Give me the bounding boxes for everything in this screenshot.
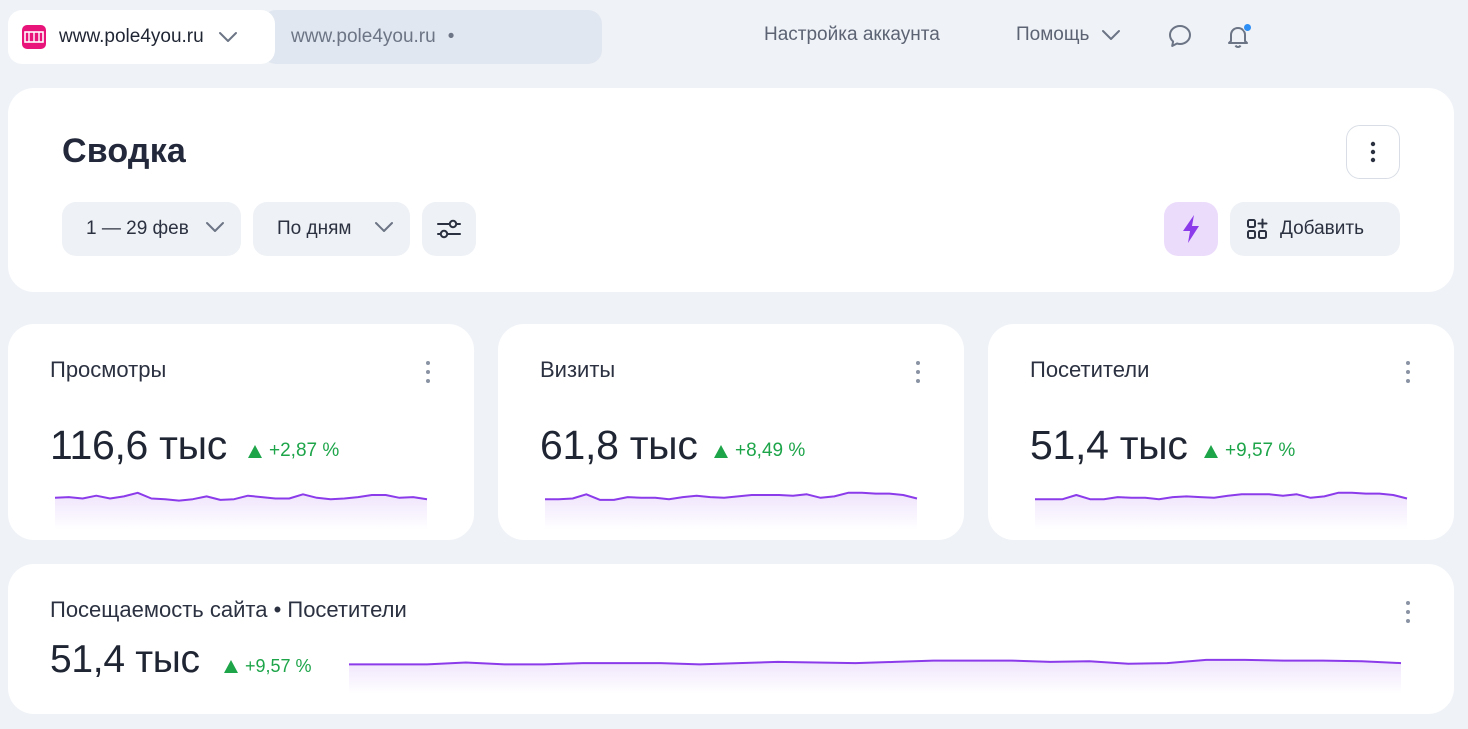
trend-up-icon (714, 444, 728, 458)
metric-title: Визиты (540, 357, 616, 382)
metric-delta-label: +9,57 % (1225, 440, 1296, 461)
sparkline (545, 491, 918, 530)
chat-icon[interactable] (1166, 22, 1194, 50)
metric-value: 51,4 тыс (1030, 422, 1188, 468)
site-favicon-icon (22, 25, 46, 49)
grouping-select[interactable]: По дням (253, 202, 410, 256)
bell-icon[interactable] (1224, 22, 1252, 50)
site-selector[interactable]: www.pole4you.ru (8, 10, 275, 64)
metric-card-visits[interactable]: Визиты 61,8 тыс +8,49 % (498, 324, 964, 540)
more-options-button[interactable] (1346, 125, 1400, 179)
metric-title: Посетители (1030, 357, 1150, 382)
more-vertical-icon[interactable] (1398, 598, 1418, 626)
metric-delta-label: +2,87 % (269, 440, 340, 461)
metric-value: 51,4 тыс (50, 638, 200, 681)
sparkline-area (545, 492, 917, 530)
metric-title: Посещаемость сайта • Посетители (50, 597, 407, 622)
site-name: www.pole4you.ru (59, 26, 204, 47)
insights-button[interactable] (1164, 202, 1218, 256)
trend-up-icon (1204, 444, 1218, 458)
add-widget-label: Добавить (1280, 218, 1364, 239)
site-tab-secondary[interactable]: www.pole4you.ru • (262, 10, 602, 64)
metric-card-visitors[interactable]: Посетители 51,4 тыс +9,57 % (988, 324, 1454, 540)
more-vertical-icon[interactable] (908, 358, 928, 386)
filters-button[interactable] (422, 202, 476, 256)
period-label: 1 — 29 фев (86, 218, 189, 239)
metric-delta-label: +8,49 % (735, 440, 806, 461)
account-settings-link[interactable]: Настройка аккаунта (764, 24, 940, 46)
more-vertical-icon[interactable] (1398, 358, 1418, 386)
grouping-label: По дням (277, 218, 352, 239)
metric-delta: +2,87 % (248, 440, 339, 462)
sparkline (349, 658, 1402, 694)
metric-title: Просмотры (50, 357, 167, 382)
sparkline (1035, 491, 1408, 530)
chevron-down-icon (206, 222, 224, 232)
sliders-icon (437, 219, 461, 239)
trend-up-icon (224, 660, 238, 673)
summary-panel: Сводка 1 — 29 фев По дням Добавить (8, 88, 1454, 292)
notification-badge (1243, 23, 1252, 32)
add-widget-icon (1247, 218, 1268, 239)
more-vertical-icon[interactable] (418, 358, 438, 386)
trend-up-icon (248, 444, 262, 458)
metric-delta: +8,49 % (714, 440, 805, 462)
chevron-down-icon (375, 222, 393, 232)
chevron-down-icon (218, 32, 237, 42)
metric-value: 116,6 тыс (50, 422, 227, 468)
tab-separator-dot: • (447, 26, 455, 47)
lightning-icon (1183, 215, 1199, 243)
site-name-secondary: www.pole4you.ru (291, 26, 436, 47)
more-vertical-icon (1370, 141, 1376, 163)
metric-delta-label: +9,57 % (245, 656, 312, 676)
metric-delta: +9,57 % (224, 656, 312, 677)
help-menu[interactable]: Помощь (1016, 24, 1121, 46)
period-select[interactable]: 1 — 29 фев (62, 202, 241, 256)
help-label: Помощь (1016, 24, 1090, 45)
attendance-card[interactable]: Посещаемость сайта • Посетители 51,4 тыс… (8, 564, 1454, 714)
metric-value: 61,8 тыс (540, 422, 698, 468)
metric-card-pageviews[interactable]: Просмотры 116,6 тыс +2,87 % (8, 324, 474, 540)
sparkline (54, 491, 428, 530)
add-widget-button[interactable]: Добавить (1230, 202, 1400, 256)
chevron-down-icon (1102, 30, 1121, 40)
page-title: Сводка (62, 132, 187, 170)
metric-delta: +9,57 % (1204, 440, 1295, 462)
